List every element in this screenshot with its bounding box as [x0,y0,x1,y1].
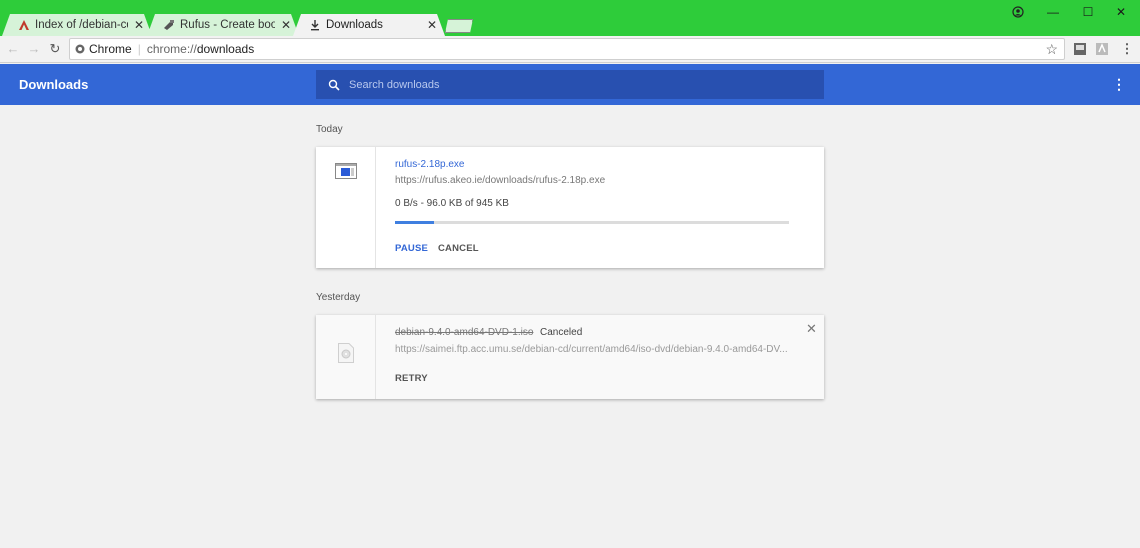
chrome-menu-icon[interactable]: ⋮ [1118,40,1136,58]
section-label-today: Today [316,124,343,135]
pause-button[interactable]: PAUSE [395,243,428,254]
bookmark-star-icon[interactable]: ☆ [1045,41,1058,58]
back-arrow-icon[interactable]: ← [4,40,22,58]
url-scheme: chrome:// [146,42,197,56]
omnibox-url: chrome://downloads [147,42,254,56]
download-status: 0 B/s - 96.0 KB of 945 KB [395,198,509,209]
tab-title: Rufus - Create bootable U [180,19,275,31]
rufus-icon [163,19,175,31]
section-label-yesterday: Yesterday [316,292,361,303]
disc-image-file-icon [338,343,354,368]
forward-arrow-icon[interactable]: → [25,40,43,58]
progress-bar [395,221,789,224]
tab-rufus[interactable]: Rufus - Create bootable U ✕ [147,14,299,36]
search-input[interactable] [349,78,789,91]
title-bar: Index of /debian-cd/curr ✕ Rufus - Creat… [0,0,1140,36]
close-icon[interactable]: ✕ [421,18,437,32]
browser-toolbar: ← → ↻ Chrome | chrome://downloads ☆ ⋮ [0,36,1140,63]
minimize-icon[interactable]: — [1041,4,1065,20]
download-card: debian-9.4.0-amd64-DVD-1.iso Canceled ht… [316,315,824,399]
omnibox-label: Chrome [89,42,132,56]
close-icon[interactable]: ✕ [275,18,291,32]
download-card: rufus-2.18p.exe https://rufus.akeo.ie/do… [316,147,824,268]
search-icon [328,79,340,91]
new-tab-button[interactable] [445,19,473,33]
page-title: Downloads [19,77,89,92]
file-icon-column [316,315,376,399]
retry-button[interactable]: RETRY [395,373,428,384]
maximize-icon[interactable]: ☐ [1076,4,1100,20]
progress-bar-fill [395,221,435,224]
address-bar[interactable]: Chrome | chrome://downloads ☆ [69,38,1065,60]
tab-title: Index of /debian-cd/curr [35,19,127,31]
file-icon-column [316,147,376,268]
close-window-icon[interactable]: ✕ [1109,4,1133,20]
more-options-icon[interactable]: ⋮ [1112,77,1126,93]
omnibox-separator: | [137,42,141,56]
close-icon[interactable]: ✕ [128,18,144,32]
tab-downloads[interactable]: Downloads ✕ [293,14,445,36]
source-url-link[interactable]: https://rufus.akeo.ie/downloads/rufus-2.… [395,175,605,186]
file-name: debian-9.4.0-amd64-DVD-1.iso [395,327,534,338]
cancel-button[interactable]: CANCEL [438,243,479,254]
tab-debian-index[interactable]: Index of /debian-cd/curr ✕ [2,14,152,36]
debian-a-icon [18,19,30,31]
url-path: downloads [196,42,255,56]
profile-icon[interactable] [1006,4,1030,20]
reload-icon[interactable]: ↻ [46,40,64,58]
remove-close-icon[interactable]: ✕ [806,321,817,337]
downloads-header: Downloads ⋮ [0,64,1140,105]
tab-title: Downloads [326,19,383,31]
search-box[interactable] [316,70,824,99]
file-name-link[interactable]: rufus-2.18p.exe [395,159,465,170]
extension-icon[interactable] [1073,42,1087,56]
extension-pdf-icon[interactable] [1095,42,1109,56]
download-icon [309,19,321,31]
exe-file-icon [335,163,357,184]
source-url-link[interactable]: https://saimei.ftp.acc.umu.se/debian-cd/… [395,344,788,355]
chrome-logo-icon [75,44,85,54]
canceled-label: Canceled [540,327,583,338]
